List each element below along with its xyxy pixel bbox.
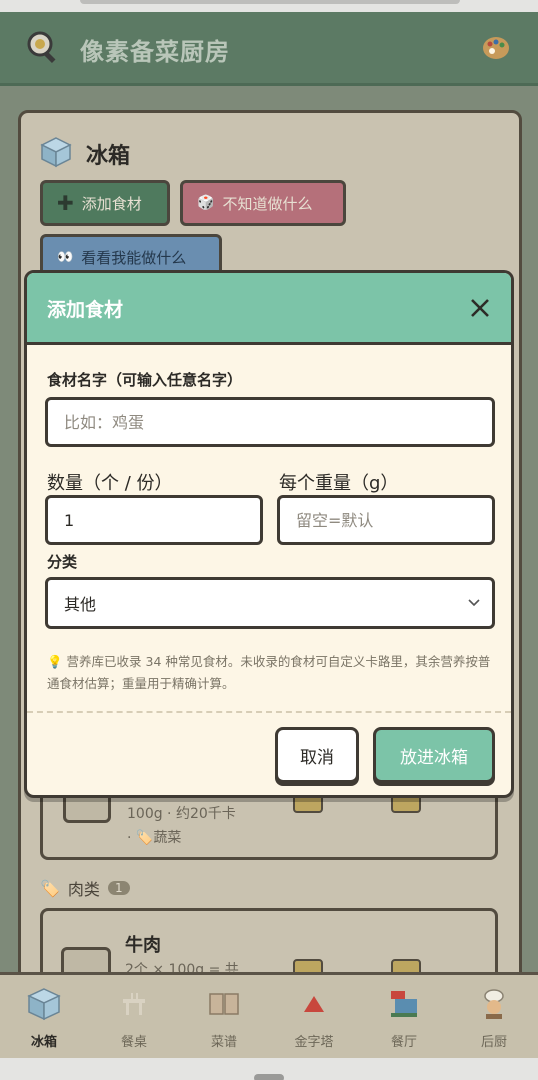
bottom-navigation: 冰箱 餐桌 菜谱 金字塔 餐厅 后厨 — [0, 972, 538, 1058]
dialog-divider — [27, 711, 511, 713]
chef-icon — [484, 989, 504, 1019]
category-count-badge: 1 — [107, 881, 130, 895]
dining-table-icon — [123, 993, 145, 1015]
nav-item-kitchen[interactable]: 后厨 — [454, 981, 534, 1055]
ingredient-meta: 100g · 约20千卡 — [127, 806, 236, 822]
category-field-label: 分类 — [47, 553, 78, 571]
random-dish-button[interactable]: 🎲 不知道做什么 — [180, 180, 346, 226]
cancel-button[interactable]: 取消 — [275, 727, 359, 783]
restaurant-icon — [391, 991, 417, 1017]
frying-pan-icon — [27, 31, 56, 64]
category-select[interactable]: 其他 — [45, 577, 495, 629]
browser-url-bar — [80, 0, 460, 4]
nutrition-hint-text: 💡 营养库已收录 34 种常见食材。未收录的食材可自定义卡路里，其余营养按普通食… — [47, 654, 491, 691]
dice-icon: 🎲 — [197, 195, 215, 211]
home-indicator[interactable] — [254, 1074, 284, 1080]
nav-label: 菜谱 — [210, 1035, 237, 1050]
eyes-icon: 👀 — [57, 249, 74, 265]
fridge-title: 冰箱 — [86, 144, 131, 169]
nav-item-recipes[interactable]: 菜谱 — [184, 981, 264, 1055]
palette-icon[interactable] — [482, 36, 510, 60]
nav-item-pyramid[interactable]: 金字塔 — [274, 981, 354, 1055]
app-title: 像素备菜厨房 — [80, 38, 230, 66]
recipe-book-icon — [209, 993, 239, 1015]
see-label: 看看我能做什么 — [81, 248, 187, 267]
nav-item-dining-table[interactable]: 餐桌 — [94, 981, 174, 1055]
app-header: 像素备菜厨房 — [0, 12, 538, 86]
meat-category-label: 肉类 — [67, 880, 100, 899]
ingredient-name-input[interactable] — [45, 397, 495, 447]
add-ingredient-button[interactable]: ✚ 添加食材 — [40, 180, 170, 226]
weight-field-label: 每个重量（g） — [279, 473, 399, 494]
ingredient-name: 牛肉 — [125, 935, 161, 956]
chevron-down-icon — [468, 599, 480, 607]
nav-item-fridge[interactable]: 冰箱 — [4, 981, 84, 1055]
add-ingredient-dialog: 添加食材 食材名字（可输入任意名字） 数量（个 / 份） 每个重量（g） 分类 … — [24, 270, 514, 798]
close-icon[interactable] — [463, 291, 497, 325]
fridge-icon — [27, 988, 61, 1021]
nav-item-restaurant[interactable]: 餐厅 — [364, 981, 444, 1055]
nav-label: 餐厅 — [390, 1035, 417, 1050]
system-home-bar — [0, 1058, 538, 1080]
nav-label: 后厨 — [480, 1035, 507, 1050]
pyramid-icon — [304, 996, 324, 1012]
browser-status-strip — [0, 0, 538, 12]
dialog-header: 添加食材 — [27, 273, 511, 345]
quantity-input[interactable] — [45, 495, 263, 545]
nav-label: 冰箱 — [30, 1035, 57, 1050]
category-selected-value: 其他 — [64, 595, 97, 614]
put-in-fridge-button[interactable]: 放进冰箱 — [373, 727, 495, 783]
category-heading-meat: 🏷️ 肉类 1 — [40, 876, 130, 900]
weight-input[interactable] — [277, 495, 495, 545]
add-ingredient-label: 添加食材 — [81, 194, 142, 213]
tag-icon: 🏷️ — [40, 878, 60, 898]
ingredient-tag: · 🏷️蔬菜 — [127, 830, 182, 846]
name-field-label: 食材名字（可输入任意名字） — [47, 371, 243, 389]
quantity-field-label: 数量（个 / 份） — [47, 473, 173, 494]
dialog-title: 添加食材 — [47, 299, 124, 321]
plus-icon: ✚ — [57, 191, 74, 215]
nav-label: 餐桌 — [120, 1035, 147, 1050]
ice-cube-icon — [40, 137, 72, 168]
nav-label: 金字塔 — [294, 1035, 334, 1050]
random-dish-label: 不知道做什么 — [222, 194, 313, 213]
